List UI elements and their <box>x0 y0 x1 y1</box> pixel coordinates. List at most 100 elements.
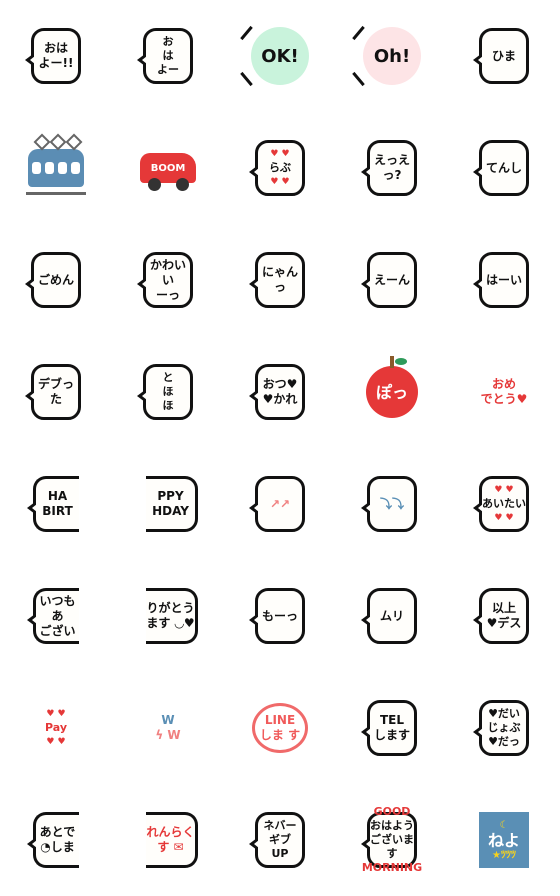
emoji-tenshi[interactable]: てんし <box>448 112 560 224</box>
slash-mark <box>352 25 365 41</box>
pantograph-icon <box>49 133 67 151</box>
train-window <box>58 162 67 174</box>
emoji-train[interactable] <box>0 112 112 224</box>
emoji-omedetou[interactable]: おめ でとう♥ <box>448 336 560 448</box>
emoji-itsumo-left[interactable]: いつもあ ござい <box>0 560 112 672</box>
emoji-sticker: にゃんっ <box>249 252 305 308</box>
sticker-text: よー!! <box>38 56 74 70</box>
sticker-text: ひま <box>491 48 516 63</box>
emoji-sticker: いつもあ ござい <box>27 588 79 644</box>
emoji-sticker: ネバー ギブ UP <box>249 812 305 868</box>
sticker-text: えーん <box>373 272 410 287</box>
sticker-text: いつもあ <box>39 593 76 623</box>
sticker-text: らぶ <box>269 161 291 174</box>
sticker-text: ねよ <box>487 830 520 850</box>
sticker-text: ◔しま <box>40 840 75 854</box>
sticker-text: Pay <box>44 721 68 734</box>
sticker-text: します <box>373 728 410 742</box>
sticker-text: ござい <box>39 623 76 638</box>
emoji-hima[interactable]: ひま <box>448 0 560 112</box>
sticker-text: あいたい <box>482 497 526 510</box>
emoji-tohoho[interactable]: とほほ <box>112 336 224 448</box>
emoji-rabu[interactable]: ♥ ♥ らぶ ♥ ♥ <box>224 112 336 224</box>
emoji-ohayo-sun[interactable]: おは よー!! <box>0 0 112 112</box>
apple-leaf <box>395 358 407 365</box>
sticker-text: ーっ <box>155 287 180 302</box>
emoji-sticker: あとで ◔しま <box>27 812 79 868</box>
emoji-itsumo-right[interactable]: りがとう ます ◡♥ <box>112 560 224 672</box>
emoji-sticker: おつ♥ ♥かれ <box>249 364 305 420</box>
sticker-text: ♥ ♥ <box>46 737 66 747</box>
sticker-text: ネバー <box>263 819 297 832</box>
emoji-sticker: ぽっ <box>366 356 418 418</box>
emoji-happy-birthday-right[interactable]: PPY HDAY <box>112 448 224 560</box>
emoji-good-morning[interactable]: GOOD おはよう ございます MORNING <box>336 784 448 896</box>
emoji-atode-right[interactable]: れんらくす ✉ <box>112 784 224 896</box>
emoji-kawaii[interactable]: かわいい ーっ <box>112 224 224 336</box>
emoji-po-apple[interactable]: ぽっ <box>336 336 448 448</box>
emoji-line-shimasu[interactable]: LINE しま す <box>224 672 336 784</box>
sticker-text: ♥ ♥ <box>494 513 514 523</box>
emoji-never-give-up[interactable]: ネバー ギブ UP <box>224 784 336 896</box>
emoji-ok[interactable]: OK! <box>224 0 336 112</box>
emoji-otsukare[interactable]: おつ♥ ♥かれ <box>224 336 336 448</box>
emoji-eee[interactable]: えっえっ? <box>336 112 448 224</box>
sticker-text: お <box>162 35 174 48</box>
sticker-text: れんらく <box>146 825 195 839</box>
emoji-gomen[interactable]: ごめん <box>0 224 112 336</box>
emoji-mou[interactable]: もーっ <box>224 560 336 672</box>
emoji-car-boom[interactable]: BOOM <box>112 112 224 224</box>
sticker-text: りがとう <box>146 601 195 615</box>
sticker-text: ほ <box>162 385 174 398</box>
emoji-muri[interactable]: ムリ <box>336 560 448 672</box>
emoji-sticker: ↗↗ <box>249 476 305 532</box>
emoji-daijoubu[interactable]: ♥だい じょぶ ♥だっ <box>448 672 560 784</box>
emoji-een[interactable]: えーん <box>336 224 448 336</box>
sticker-text: MORNING <box>361 861 423 874</box>
emoji-down-arrows[interactable]: ⤵⤵ <box>336 448 448 560</box>
sticker-text: ♥デス <box>486 616 522 630</box>
sticker-text: ♥だい <box>488 707 520 720</box>
emoji-neyo[interactable]: ☾ ねよ ★ﾂﾂﾂ <box>448 784 560 896</box>
emoji-www[interactable]: Wϟ W <box>112 672 224 784</box>
emoji-ijou-desu[interactable]: 以上 ♥デス <box>448 560 560 672</box>
sticker-text: LINE <box>264 713 296 727</box>
sticker-text: W <box>161 713 175 727</box>
emoji-tel-shimasu[interactable]: TEL します <box>336 672 448 784</box>
emoji-atode-left[interactable]: あとで ◔しま <box>0 784 112 896</box>
emoji-up-arrows[interactable]: ↗↗ <box>224 448 336 560</box>
sticker-text: ♥ ♥ <box>270 149 290 159</box>
emoji-sticker: れんらくす ✉ <box>146 812 198 868</box>
sticker-text: おめ <box>491 377 516 391</box>
sticker-text: ぽっ <box>375 382 408 402</box>
sticker-text: HA <box>47 489 68 503</box>
emoji-nyan[interactable]: にゃんっ <box>224 224 336 336</box>
wheel-icon <box>176 178 189 191</box>
wheel-icon <box>148 178 161 191</box>
sticker-text: GOOD <box>373 805 411 818</box>
sticker-text: UP <box>271 847 289 860</box>
emoji-debutta[interactable]: デブった <box>0 336 112 448</box>
sticker-text: す ✉ <box>157 840 184 854</box>
emoji-sticker: 以上 ♥デス <box>473 588 529 644</box>
emoji-sticker: デブった <box>25 364 81 420</box>
sticker-text: あとで <box>39 825 76 839</box>
emoji-happy-birthday-left[interactable]: HA BIRT <box>0 448 112 560</box>
emoji-sticker: GOOD おはよう ございます MORNING <box>361 805 422 874</box>
sticker-text: 以上 <box>491 601 516 615</box>
emoji-sticker: HA BIRT <box>27 476 79 532</box>
emoji-sticker: りがとう ます ◡♥ <box>146 588 198 644</box>
emoji-aitai[interactable]: ♥ ♥ あいたい ♥ ♥ <box>448 448 560 560</box>
emoji-sticker: ムリ <box>361 588 417 644</box>
emoji-oh[interactable]: Oh! <box>336 0 448 112</box>
sticker-text: ϟ W <box>155 728 181 742</box>
emoji-sticker: とほほ <box>137 364 193 420</box>
sticker-text: おつ♥ <box>262 377 298 391</box>
pantograph-icon <box>33 133 51 151</box>
emoji-ohayo-rooster[interactable]: おはよー <box>112 0 224 112</box>
emoji-sticker: BOOM <box>140 153 196 191</box>
emoji-sticker: PPY HDAY <box>146 476 198 532</box>
sticker-text: えっえっ? <box>373 153 410 182</box>
emoji-pay[interactable]: ♥ ♥ Pay ♥ ♥ <box>0 672 112 784</box>
emoji-hai[interactable]: はーい <box>448 224 560 336</box>
